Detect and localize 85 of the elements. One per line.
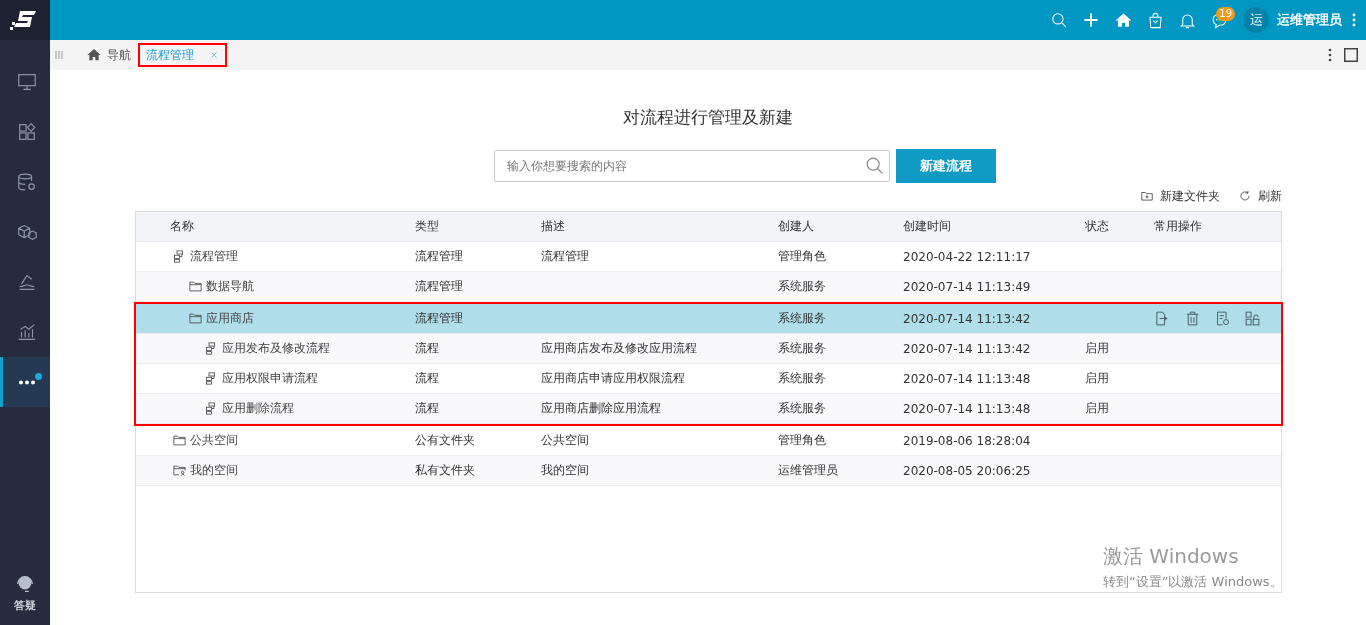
row-name: 数据导航 [206,278,254,295]
monitor-icon [15,71,38,93]
column-header: 创建时间 [903,218,952,235]
table-cell-text: 2020-07-14 11:13:48 [903,401,1032,416]
table-cell-text: 2020-04-22 12:11:17 [903,249,1032,264]
new-folder-icon [1140,189,1154,203]
new-folder-button[interactable]: 新建文件夹 [1140,187,1220,205]
table-cell-text: 2020-07-14 11:13:49 [903,279,1032,294]
activation-text: 转到“设置”以激活 Windows。 [1103,573,1283,591]
table-cell-text: 2020-08-05 20:06:25 [903,463,1032,478]
refresh-icon [1238,189,1252,203]
table-cell-text: 系统服务 [778,310,827,327]
grip-icon[interactable] [54,50,64,60]
count-badge: 19 [1216,7,1235,21]
table-cell-text: 流程 [415,370,440,387]
table-row[interactable]: 应用发布及修改流程 流程 应用商店发布及修改应用流程 系统服务 2020-07-14 11:13:42 启用 [136,334,1281,364]
table-cell-text: 流程管理 [415,248,464,265]
row-name: 应用删除流程 [222,400,294,417]
table-row[interactable]: 应用商店 流程管理 系统服务 2020-07-14 11:13:42 [136,304,1281,334]
search-icon[interactable] [1049,10,1069,30]
row-name: 应用发布及修改流程 [222,340,330,357]
row-name: 应用权限申请流程 [222,370,318,387]
folder-icon [188,311,203,326]
page-title: 对流程进行管理及新建 [623,106,793,129]
column-header: 状态 [1085,218,1110,235]
column-header: 名称 [170,218,195,235]
table-cell-text: 应用商店申请应用权限流程 [541,370,686,387]
move-file-icon[interactable] [1154,310,1171,327]
table-row[interactable]: 我的空间 私有文件夹 我的空间 运维管理员 2020-08-05 20:06:25 [136,456,1281,486]
row-name: 流程管理 [190,248,238,265]
home-icon[interactable] [1113,10,1133,30]
permissions-icon[interactable] [1244,310,1261,327]
table-cell-text: 流程 [415,340,440,357]
more-icon[interactable] [1328,48,1332,62]
table-cell-text: 管理角色 [778,432,827,449]
trash-icon[interactable] [1184,310,1201,327]
maximize-icon[interactable] [1344,48,1358,62]
tab[interactable]: 导航 [78,43,139,67]
row-name: 公共空间 [190,432,238,449]
column-header: 创建人 [778,218,815,235]
table-cell-text: 启用 [1085,400,1110,417]
table-cell-text: 应用商店发布及修改应用流程 [541,340,698,357]
table-row[interactable]: 数据导航 流程管理 系统服务 2020-07-14 11:13:49 [136,272,1281,302]
column-header: 描述 [541,218,566,235]
column-header: 类型 [415,218,440,235]
table-cell-text: 2020-07-14 11:13:42 [903,311,1032,326]
table-cell-text: 流程管理 [541,248,590,265]
refresh-button[interactable]: 刷新 [1238,187,1282,205]
table-cell-text: 2020-07-14 11:13:42 [903,341,1032,356]
activation-title: 激活 Windows [1103,543,1240,570]
table-cell-text: 启用 [1085,340,1110,357]
row-name: 我的空间 [190,462,238,479]
plus-icon[interactable] [1081,10,1101,30]
menu-icon[interactable] [1352,13,1356,27]
table-cell-text: 公有文件夹 [415,432,476,449]
help-label[interactable]: 答疑 [14,598,36,613]
table-cell-text: 流程 [415,400,440,417]
folder-icon [188,279,203,294]
table-cell-text: 管理角色 [778,248,827,265]
database-gear-icon [15,171,38,193]
table-cell-text: 启用 [1085,370,1110,387]
table-cell-text: 系统服务 [778,370,827,387]
folder-icon [172,433,187,448]
table-cell-text: 流程管理 [415,278,464,295]
table-cell-text: 应用商店删除应用流程 [541,400,662,417]
table-cell-text: 私有文件夹 [415,462,476,479]
table-cell-text: 系统服务 [778,278,827,295]
table-cell-text: 2019-08-06 18:28:04 [903,433,1032,448]
table-cell-text: 系统服务 [778,340,827,357]
column-header: 常用操作 [1154,218,1203,235]
table-row[interactable]: 应用删除流程 流程 应用商店删除应用流程 系统服务 2020-07-14 11:13:48 启用 [136,394,1281,424]
row-name: 应用商店 [206,310,254,327]
private-folder-icon [172,463,187,478]
table-cell-text: 我的空间 [541,462,590,479]
more-icon [17,379,36,385]
table-cell-text: 系统服务 [778,400,827,417]
home-icon [86,47,102,63]
search-field[interactable]: 输入你想要搜索的内容 [494,150,890,182]
table-cell-text: 2020-07-14 11:13:48 [903,371,1032,386]
table-cell-text: 运维管理员 [778,462,839,479]
table-cell-text: 流程管理 [415,310,464,327]
document-gear-icon[interactable] [1214,310,1231,327]
table-cell-text: 公共空间 [541,432,590,449]
user-avatar[interactable]: 运 [1243,7,1269,33]
sidebar-item[interactable] [0,357,50,407]
